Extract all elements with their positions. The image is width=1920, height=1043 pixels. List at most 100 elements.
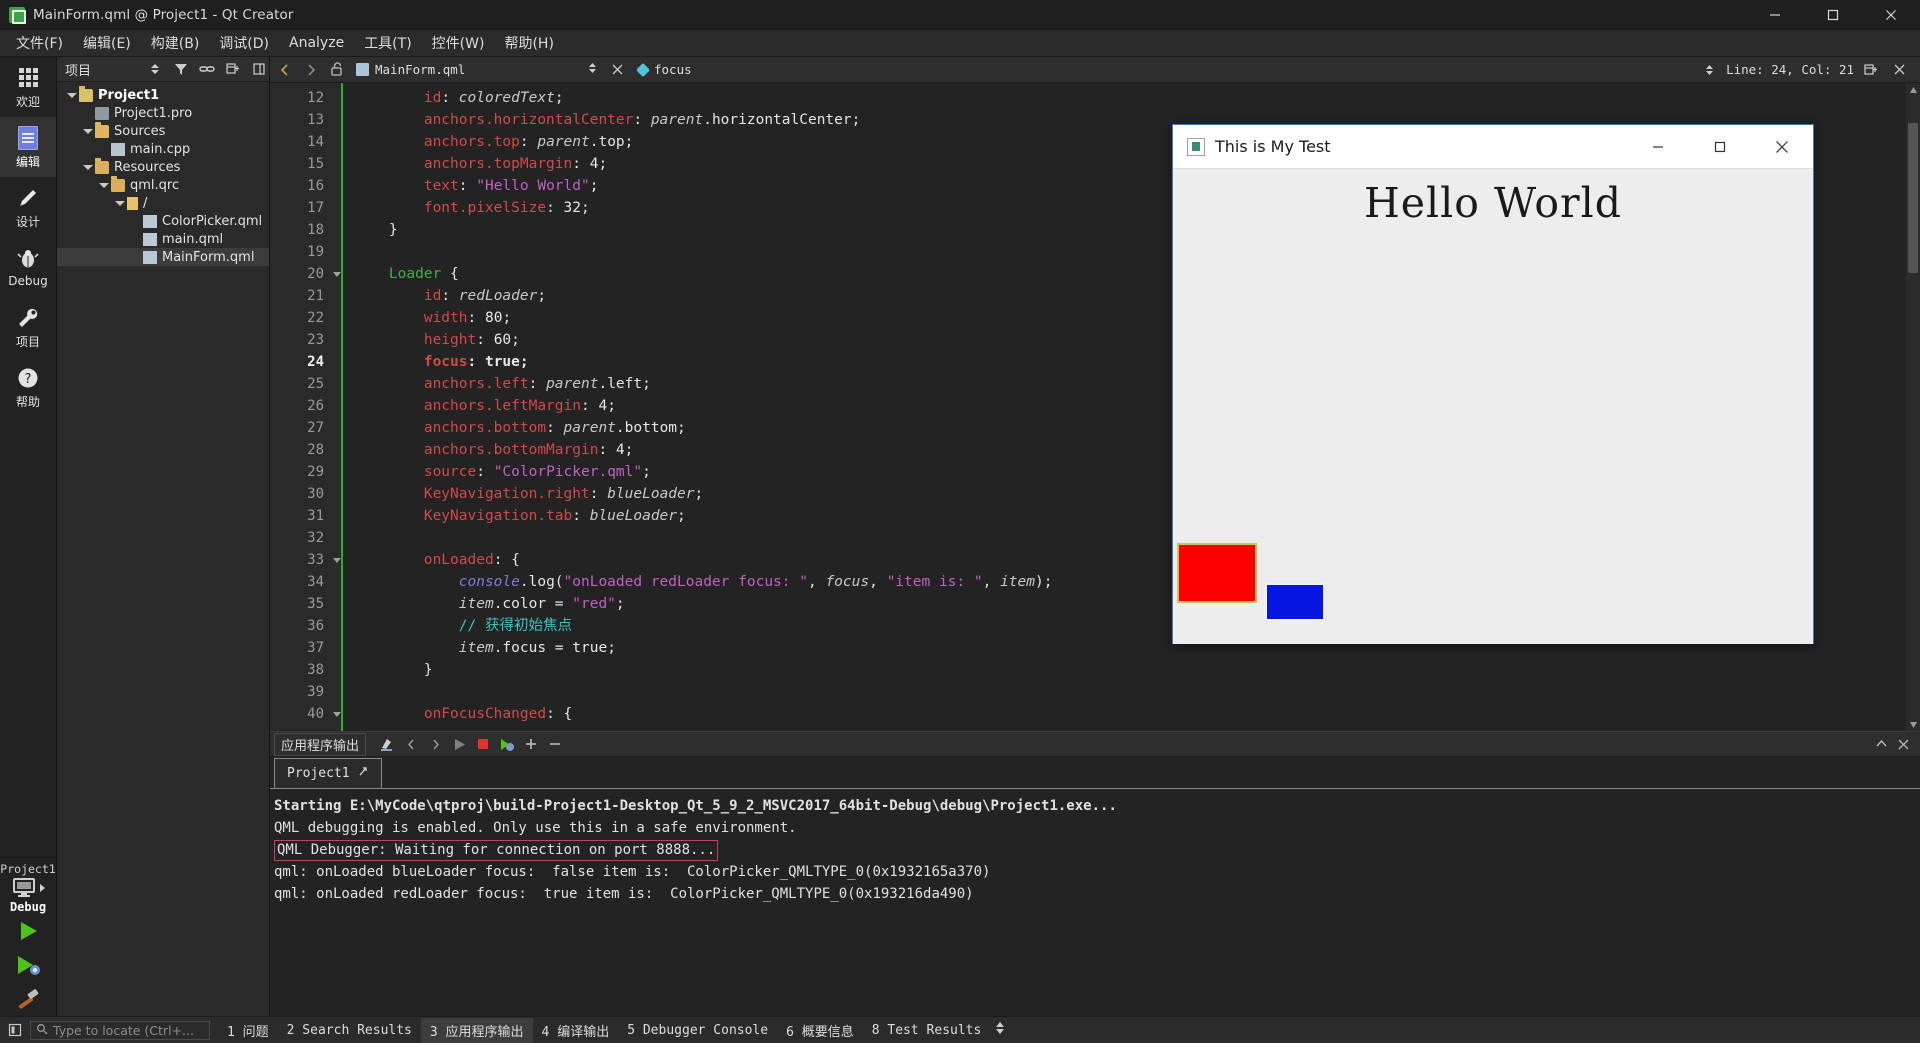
chevron-down-icon[interactable]: [81, 164, 95, 170]
close-pane-icon[interactable]: [1892, 733, 1914, 755]
chevron-down-icon[interactable]: [65, 92, 79, 98]
stop-app-icon[interactable]: [472, 733, 494, 755]
tree-item[interactable]: main.qml: [57, 230, 269, 248]
attach-debugger-icon[interactable]: [496, 733, 518, 755]
code-token: parent: [546, 376, 599, 392]
tree-item[interactable]: ColorPicker.qml: [57, 212, 269, 230]
fold-indicator-bar[interactable]: [330, 83, 344, 731]
chevron-updown-icon[interactable]: [587, 61, 598, 78]
menu-help[interactable]: 帮助(H): [494, 30, 563, 56]
prev-item-icon[interactable]: [400, 733, 422, 755]
code-token: source: [423, 464, 477, 480]
qml-minimize-button[interactable]: [1627, 125, 1689, 169]
close-file-button[interactable]: [606, 59, 628, 81]
chevron-down-icon[interactable]: [113, 200, 127, 206]
status-pane-button-6[interactable]: 8 Test Results: [863, 1020, 991, 1041]
filter-icon[interactable]: [171, 59, 191, 79]
maximize-pane-icon[interactable]: [1870, 733, 1892, 755]
mode-item-5[interactable]: ? 帮助: [0, 357, 56, 417]
red-rect[interactable]: [1177, 543, 1257, 603]
next-item-icon[interactable]: [424, 733, 446, 755]
tree-item[interactable]: Resources: [57, 157, 269, 176]
menu-tools[interactable]: 工具(T): [354, 30, 421, 56]
output-pane-selector[interactable]: 1 问题 2 Search Results 3 应用程序输出 4 编译输出 5 Debu…: [218, 1017, 991, 1043]
link-sync-icon[interactable]: [197, 59, 217, 79]
debug-button[interactable]: [0, 948, 56, 982]
back-arrow-icon[interactable]: [274, 59, 296, 81]
status-pane-button-2[interactable]: 3 应用程序输出: [420, 1017, 533, 1043]
close-split-icon[interactable]: [1888, 59, 1910, 81]
status-pane-button-5[interactable]: 6 概要信息: [777, 1018, 863, 1043]
qml-preview-window[interactable]: This is My Test Hello World: [1172, 124, 1814, 644]
window-close-button[interactable]: [1862, 0, 1920, 30]
tree-item[interactable]: MainForm.qml: [57, 248, 269, 266]
chevron-down-icon[interactable]: [97, 182, 111, 188]
menu-bar: 文件(F) 编辑(E) 构建(B) 调试(D) Analyze 工具(T) 控件(W) 帮助(…: [0, 30, 1920, 57]
collapse-all-icon[interactable]: [223, 59, 243, 79]
status-pane-button-3[interactable]: 4 编译输出: [533, 1018, 619, 1043]
locator-input[interactable]: Type to locate (Ctrl+...: [30, 1020, 210, 1040]
clear-output-icon[interactable]: [376, 733, 398, 755]
status-pane-button-4[interactable]: 5 Debugger Console: [618, 1020, 777, 1041]
split-editor-icon[interactable]: [1860, 59, 1882, 81]
zoom-out-icon[interactable]: [544, 733, 566, 755]
kit-selector[interactable]: Project1 Debug: [0, 862, 56, 914]
menu-window[interactable]: 控件(W): [422, 30, 495, 56]
sidebar-toggle-icon[interactable]: [0, 1017, 30, 1043]
menu-build[interactable]: 构建(B): [141, 30, 210, 56]
split-icon[interactable]: [249, 59, 269, 79]
up-down-arrows-icon[interactable]: [994, 1020, 1006, 1040]
code-token: blueLoader: [589, 508, 678, 524]
tree-item[interactable]: qml.qrc: [57, 175, 269, 194]
tree-item[interactable]: /: [57, 194, 269, 212]
code-token: :: [546, 200, 564, 216]
mode-item-1[interactable]: 编辑: [0, 117, 56, 177]
build-button[interactable]: [0, 982, 56, 1016]
line-number: 27: [307, 420, 324, 436]
open-file-name: MainForm.qml: [375, 62, 466, 77]
scroll-up-arrow-icon[interactable]: [1906, 83, 1920, 97]
code-token: ;: [519, 354, 529, 370]
open-file-combo[interactable]: MainForm.qml: [352, 60, 602, 80]
mode-item-0[interactable]: 欢迎: [0, 57, 56, 117]
scrollbar-thumb[interactable]: [1908, 123, 1918, 273]
zoom-in-icon[interactable]: [520, 733, 542, 755]
chevron-updown-icon[interactable]: [145, 59, 165, 79]
code-token: item: [458, 640, 494, 656]
tree-item[interactable]: Sources: [57, 121, 269, 140]
menu-file[interactable]: 文件(F): [6, 30, 73, 56]
run-app-icon[interactable]: [448, 733, 470, 755]
code-token: :: [476, 332, 494, 348]
menu-edit[interactable]: 编辑(E): [73, 30, 141, 56]
menu-analyze[interactable]: Analyze: [279, 32, 354, 54]
symbol-combo[interactable]: focus: [632, 62, 698, 77]
window-maximize-button[interactable]: [1804, 0, 1862, 30]
output-tab-project1[interactable]: Project1: [274, 758, 382, 788]
mode-item-2[interactable]: 设计: [0, 177, 56, 237]
qml-close-button[interactable]: [1751, 125, 1813, 169]
menu-debug[interactable]: 调试(D): [209, 30, 279, 56]
qml-maximize-button[interactable]: [1689, 125, 1751, 169]
editor-vertical-scrollbar[interactable]: [1906, 83, 1920, 731]
blue-rect[interactable]: [1265, 583, 1325, 621]
output-text[interactable]: Starting E:\MyCode\qtproj\build-Project1…: [270, 789, 1920, 1016]
status-pane-button-1[interactable]: 2 Search Results: [278, 1020, 421, 1041]
project-tree[interactable]: Project1 Project1.pro Sources main.cpp Resou…: [57, 82, 269, 1016]
status-pane-button-0[interactable]: 1 问题: [218, 1018, 278, 1043]
scroll-down-arrow-icon[interactable]: [1906, 717, 1920, 731]
line-number: 21: [307, 288, 324, 304]
code-token: : {: [493, 552, 520, 568]
tree-item-label: Sources: [114, 123, 166, 139]
forward-arrow-icon[interactable]: [300, 59, 322, 81]
tree-item[interactable]: main.cpp: [57, 140, 269, 158]
window-minimize-button[interactable]: [1746, 0, 1804, 30]
line-col-stepper-icon[interactable]: [1698, 59, 1720, 81]
run-button[interactable]: [0, 914, 56, 948]
mode-item-4[interactable]: 项目: [0, 297, 56, 357]
unlocked-icon[interactable]: [326, 59, 348, 81]
chevron-down-icon[interactable]: [81, 128, 95, 134]
mode-debug[interactable]: Debug: [0, 237, 56, 297]
tree-item[interactable]: Project1.pro: [57, 104, 269, 122]
tree-item[interactable]: Project1: [57, 85, 269, 104]
